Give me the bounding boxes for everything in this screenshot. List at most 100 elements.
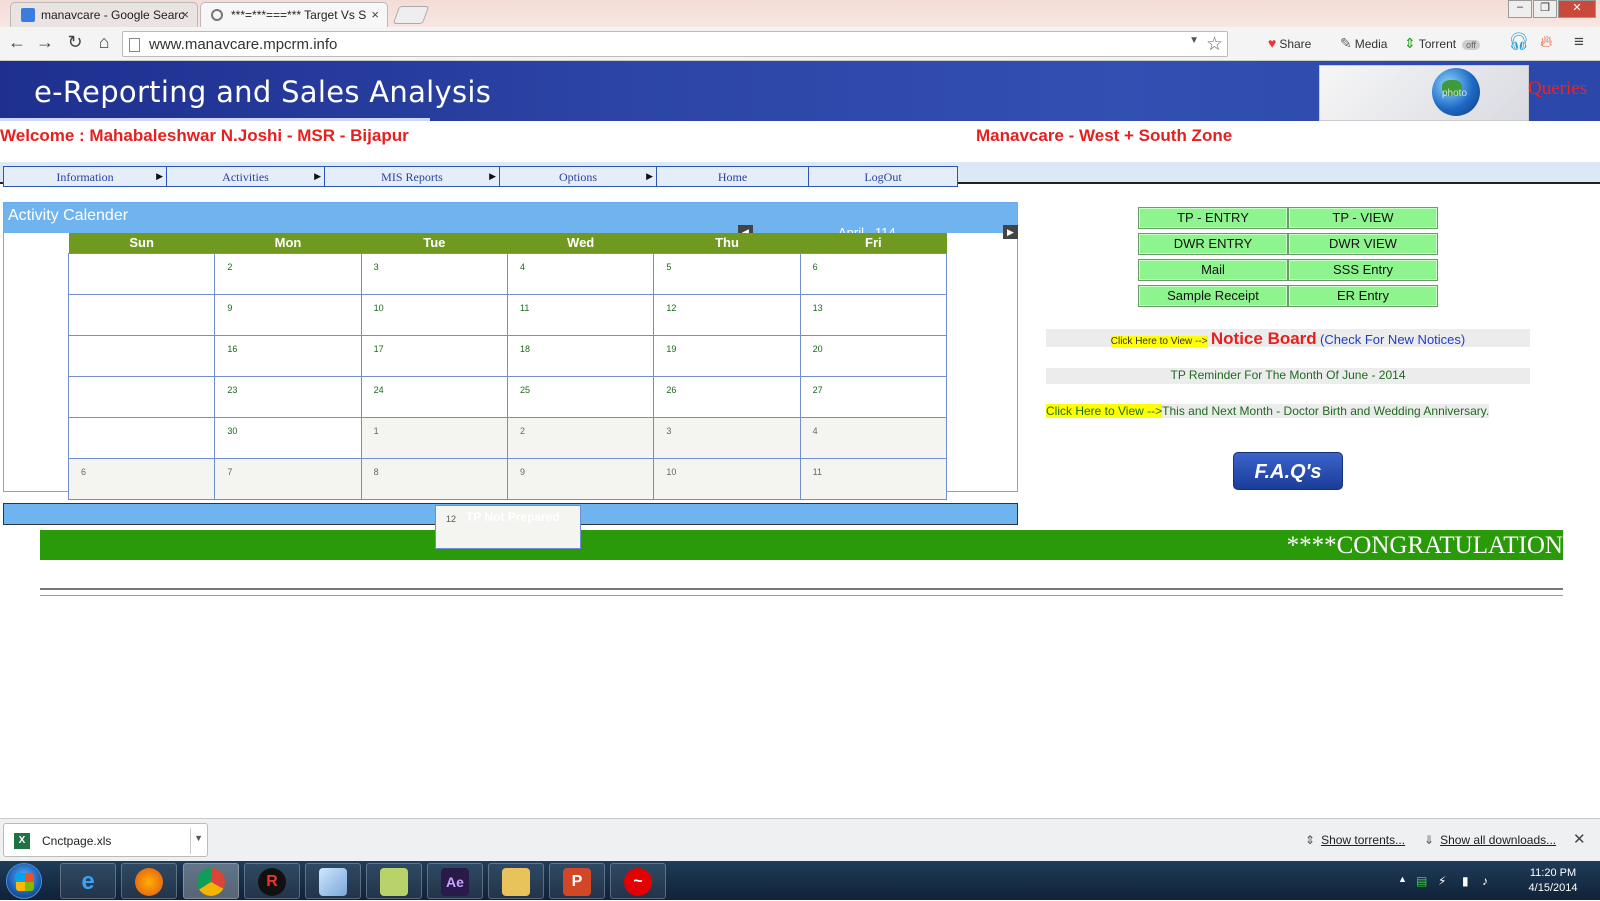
calendar-day[interactable]: 9 — [506, 457, 655, 500]
calendar-day[interactable]: 12 — [653, 293, 801, 336]
dwr-entry-button[interactable]: DWR ENTRY — [1138, 233, 1288, 255]
calendar-day[interactable]: 20 — [799, 334, 948, 377]
calendar-day[interactable]: 26 — [653, 375, 801, 418]
back-icon[interactable]: ← — [5, 32, 29, 53]
tray-signal-icon[interactable]: ▮ — [1462, 874, 1469, 888]
start-button[interactable] — [6, 863, 42, 899]
home-icon[interactable]: ⌂ — [92, 32, 116, 53]
menu-activities[interactable]: Activities ▶ — [167, 167, 325, 186]
calendar-day[interactable]: 18 — [506, 334, 655, 377]
torrent-button[interactable]: ⇕ Torrent off — [1404, 35, 1480, 52]
browser-tab-target[interactable]: ***=***===*** Target Vs S × — [200, 2, 388, 27]
er-entry-button[interactable]: ER Entry — [1288, 285, 1438, 307]
fire-icon[interactable]: 🔥︎ — [1540, 32, 1552, 52]
dropdown-arrow-icon[interactable]: ▼ — [1189, 35, 1199, 46]
menu-home[interactable]: Home — [657, 167, 809, 186]
taskbar-app-notes[interactable] — [366, 863, 422, 899]
taskbar-airtel[interactable]: ~ — [610, 863, 666, 899]
headphones-icon[interactable]: 🎧︎ — [1508, 32, 1530, 52]
notice-board-link[interactable]: Notice Board — [1211, 329, 1317, 348]
new-tab-button[interactable] — [392, 6, 430, 24]
calendar-day[interactable]: 25 — [506, 375, 655, 418]
tray-volume-icon[interactable]: ♪ — [1482, 874, 1488, 888]
calendar-day[interactable]: 3 — [653, 416, 801, 459]
menu-information[interactable]: Information ▶ — [4, 167, 167, 186]
minimize-icon[interactable]: ‒ — [1508, 0, 1532, 18]
check-notices-link[interactable]: (Check For New Notices) — [1320, 332, 1465, 347]
calendar-day[interactable]: 6 — [67, 457, 216, 500]
calendar-day[interactable]: 7 — [214, 457, 362, 500]
tray-power-icon[interactable]: ⚡︎ — [1438, 874, 1446, 888]
taskbar-after-effects[interactable]: Ae — [427, 863, 483, 899]
taskbar-app-r[interactable]: R — [244, 863, 300, 899]
notice-click-link[interactable]: Click Here to View --> — [1110, 336, 1208, 347]
forward-icon[interactable]: → — [33, 32, 57, 53]
calendar-popup-day[interactable]: 12 TP Not Prepared — [435, 505, 581, 549]
dwr-view-button[interactable]: DWR VIEW — [1288, 233, 1438, 255]
calendar-day[interactable]: 3 — [360, 252, 508, 295]
tray-up-arrow-icon[interactable]: ▲ — [1398, 874, 1407, 884]
download-item[interactable]: X Cnctpage.xls ▼ — [3, 823, 208, 857]
calendar-day[interactable]: 10 — [653, 457, 801, 500]
sss-entry-button[interactable]: SSS Entry — [1288, 259, 1438, 281]
calendar-day[interactable] — [67, 334, 216, 377]
taskbar-ie[interactable]: e — [60, 863, 116, 899]
close-tab-icon[interactable]: × — [371, 7, 379, 22]
calendar-day[interactable]: 11 — [799, 457, 948, 500]
tray-app-icon[interactable]: ▤ — [1416, 874, 1427, 888]
menu-mis-reports[interactable]: MIS Reports ▶ — [325, 167, 500, 186]
calendar-day[interactable]: 30 — [214, 416, 362, 459]
calendar-day[interactable]: 13 — [799, 293, 948, 336]
media-button[interactable]: ✎ Media — [1340, 35, 1387, 52]
calendar-day[interactable]: 24 — [360, 375, 508, 418]
calendar-day[interactable]: 27 — [799, 375, 948, 418]
menu-logout[interactable]: LogOut — [809, 167, 957, 186]
tp-view-button[interactable]: TP - VIEW — [1288, 207, 1438, 229]
taskbar-explorer[interactable] — [488, 863, 544, 899]
next-month-icon[interactable]: ▶ — [1003, 225, 1018, 239]
address-bar[interactable]: www.manavcare.mpcrm.info ▼ ☆ — [122, 31, 1228, 57]
maximize-icon[interactable]: ❐ — [1533, 0, 1557, 18]
menu-options[interactable]: Options ▶ — [500, 167, 657, 186]
taskbar-firefox[interactable] — [121, 863, 177, 899]
tp-entry-button[interactable]: TP - ENTRY — [1138, 207, 1288, 229]
browser-tab-google[interactable]: manavcare - Google Searc × — [10, 2, 198, 27]
calendar-day[interactable]: 8 — [360, 457, 508, 500]
sample-receipt-button[interactable]: Sample Receipt — [1138, 285, 1288, 307]
calendar-day[interactable]: 23 — [214, 375, 362, 418]
calendar-day[interactable]: 5 — [653, 252, 801, 295]
calendar-day[interactable]: 10 — [360, 293, 508, 336]
taskbar-chrome[interactable] — [183, 863, 239, 899]
calendar-day[interactable] — [67, 293, 216, 336]
calendar-day[interactable]: 2 — [214, 252, 362, 295]
calendar-day[interactable]: 6 — [799, 252, 948, 295]
calendar-day[interactable]: 1 — [360, 416, 508, 459]
reload-icon[interactable]: ↻ — [63, 32, 87, 53]
bookmark-star-icon[interactable]: ☆ — [1206, 33, 1223, 56]
queries-link[interactable]: Queries — [1528, 78, 1587, 100]
calendar-day[interactable] — [67, 252, 216, 295]
show-all-downloads-link[interactable]: ⇓ Show all downloads... — [1424, 833, 1556, 847]
birthday-click-link[interactable]: Click Here to View --> — [1046, 404, 1163, 418]
calendar-day[interactable] — [67, 375, 216, 418]
calendar-day[interactable] — [67, 416, 216, 459]
tp-reminder[interactable]: TP Reminder For The Month Of June - 2014 — [1046, 368, 1530, 384]
calendar-day[interactable]: 4 — [506, 252, 655, 295]
menu-icon[interactable]: ≡ — [1574, 32, 1584, 52]
share-button[interactable]: ♥ Share — [1268, 35, 1311, 51]
torrent-toggle[interactable]: off — [1462, 40, 1480, 50]
calendar-day[interactable]: 17 — [360, 334, 508, 377]
faq-button[interactable]: F.A.Q's — [1233, 452, 1343, 490]
close-window-icon[interactable]: ✕ — [1558, 0, 1596, 18]
calendar-day[interactable]: 9 — [214, 293, 362, 336]
close-tab-icon[interactable]: × — [181, 7, 189, 22]
calendar-day[interactable]: 16 — [214, 334, 362, 377]
birthday-anniversary-link[interactable]: This and Next Month - Doctor Birth and W… — [1162, 404, 1490, 418]
notice-board-strip[interactable]: Click Here to View --> Notice Board (Che… — [1046, 329, 1530, 348]
taskbar-clock[interactable]: 11:20 PM 4/15/2014 — [1518, 866, 1588, 896]
calendar-day[interactable]: 2 — [506, 416, 655, 459]
chevron-down-icon[interactable]: ▼ — [194, 833, 203, 843]
calendar-day[interactable]: 11 — [506, 293, 655, 336]
calendar-day[interactable]: 19 — [653, 334, 801, 377]
birthday-strip[interactable]: Click Here to View -->This and Next Mont… — [1046, 404, 1490, 418]
